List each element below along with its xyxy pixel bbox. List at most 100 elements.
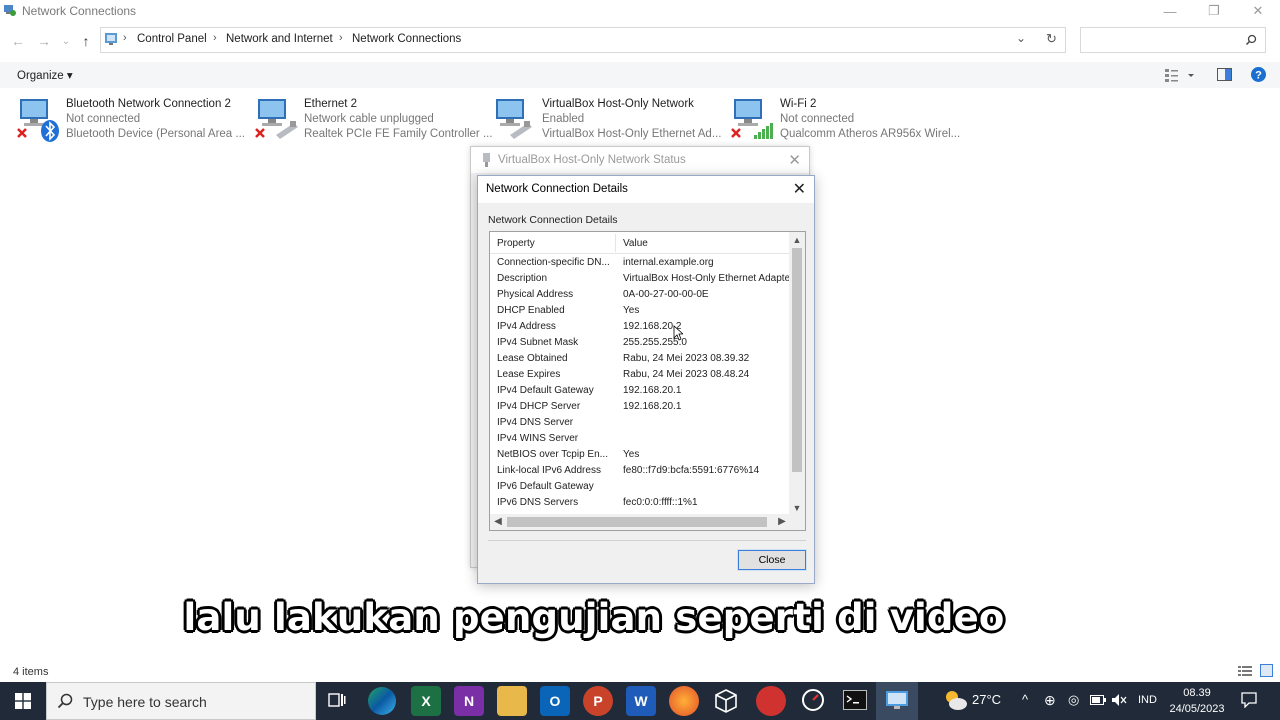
close-dialog-button[interactable]: Close [737,549,807,571]
vertical-scrollbar[interactable]: ▲ ▼ [789,232,805,516]
scroll-left-arrow[interactable]: ◀ [490,514,506,530]
details-list[interactable]: Property Value Connection-specific DN...… [489,231,806,531]
status-bar [0,660,1280,682]
detail-property: IPv4 DHCP Server [497,401,581,412]
connection-item-ethernet[interactable]: Ethernet 2 Network cable unplugged Realt… [254,97,493,147]
detail-row[interactable]: Lease Expires Rabu, 24 Mei 2023 08.48.24 [490,367,790,383]
column-divider[interactable] [615,234,616,252]
clock-time: 08.39 [1183,687,1211,699]
breadcrumb-network-connections[interactable]: Network Connections [352,33,461,45]
detail-row[interactable]: IPv4 DHCP Server 192.168.20.1 [490,399,790,415]
notification-center-icon[interactable] [1241,692,1257,708]
taskbar-search-box[interactable]: Type here to search [46,682,316,720]
column-header-property[interactable]: Property [497,238,535,249]
start-button[interactable] [0,682,46,720]
camera-icon[interactable]: ◎ [1068,692,1079,708]
connection-item-wifi[interactable]: Wi-Fi 2 Not connected Qualcomm Atheros A… [730,97,965,147]
details-view-icon[interactable] [1238,665,1254,676]
back-button[interactable]: ← [8,32,28,50]
horizontal-scroll-thumb[interactable] [507,517,767,527]
detail-value: Yes [623,305,640,316]
breadcrumb-separator: › [123,32,127,44]
outlook-icon[interactable]: O [540,686,570,716]
connection-item-bluetooth[interactable]: Bluetooth Network Connection 2 Not conne… [16,97,246,147]
dialog-close-button[interactable]: ✕ [793,179,806,199]
detail-row[interactable]: Physical Address 0A-00-27-00-00-0E [490,287,790,303]
breadcrumb-network-and-internet[interactable]: Network and Internet [226,33,333,45]
close-button[interactable]: ✕ [1236,0,1280,22]
detail-property: IPv4 DNS Server [497,417,574,428]
detail-property: DHCP Enabled [497,305,565,316]
input-language[interactable]: IND [1138,694,1157,706]
red-app-icon[interactable] [756,686,786,716]
detail-row[interactable]: NetBIOS over Tcpip En... Yes [490,447,790,463]
up-button[interactable]: ↑ [76,32,96,50]
speaker-muted-icon[interactable] [1111,693,1127,707]
large-icons-view-icon[interactable] [1260,664,1273,677]
change-view-icon[interactable] [1165,68,1195,82]
firefox-icon[interactable] [669,686,699,716]
powerpoint-icon[interactable]: P [583,686,613,716]
network-globe-icon[interactable]: ⊕ [1044,692,1056,709]
control-panel-app-icon[interactable] [885,690,909,710]
recent-locations-button[interactable]: ⌄ [56,32,76,50]
detail-row[interactable]: IPv6 DNS Servers fec0:0:0:ffff::1%1 [490,495,790,511]
clock-date: 24/05/2023 [1169,703,1225,715]
dialog-title: Network Connection Details [486,183,628,195]
scroll-up-arrow[interactable]: ▲ [789,232,805,248]
speedometer-app-icon[interactable] [801,688,825,712]
horizontal-scrollbar[interactable]: ◀ ▶ [490,514,805,530]
detail-row[interactable]: IPv4 Default Gateway 192.168.20.1 [490,383,790,399]
taskbar-search-placeholder: Type here to search [83,694,207,710]
word-icon[interactable]: W [626,686,656,716]
onenote-icon[interactable]: N [454,686,484,716]
command-prompt-icon[interactable] [843,690,867,710]
detail-row[interactable]: Lease Obtained Rabu, 24 Mei 2023 08.39.32 [490,351,790,367]
organize-menu[interactable]: Organize ▾ [17,68,73,82]
column-header-value[interactable]: Value [623,238,648,249]
connection-item-virtualbox[interactable]: VirtualBox Host-Only Network Enabled Vir… [492,97,722,147]
detail-row[interactable]: IPv4 Subnet Mask 255.255.255.0 [490,335,790,351]
breadcrumb-separator: › [213,32,217,44]
detail-row[interactable]: Link-local IPv6 Address fe80::f7d9:bcfa:5… [490,463,790,479]
refresh-button[interactable]: ↻ [1046,31,1057,47]
edge-icon[interactable] [368,687,396,715]
detail-row[interactable]: Connection-specific DN... internal.exampl… [490,255,790,271]
detail-row[interactable]: IPv4 DNS Server [490,415,790,431]
detail-row[interactable]: IPv6 Default Gateway [490,479,790,495]
detail-row[interactable]: Description VirtualBox Host-Only Ethernet… [490,271,790,287]
connection-device: VirtualBox Host-Only Ethernet Ad... [542,128,722,140]
weather-icon[interactable] [942,688,968,712]
breadcrumb-control-panel[interactable]: Control Panel [137,33,207,45]
detail-property: IPv4 WINS Server [497,433,579,444]
minimize-button[interactable]: — [1148,0,1192,22]
help-icon[interactable]: ? [1251,67,1266,82]
detail-value: VirtualBox Host-Only Ethernet Adapter [623,273,790,284]
address-dropdown-button[interactable]: ⌄ [1016,31,1026,45]
show-hidden-icons-icon[interactable]: ^ [1022,692,1028,707]
forward-button[interactable]: → [34,32,54,50]
restore-button[interactable]: ❐ [1192,0,1236,22]
search-icon [1245,34,1257,46]
virtualbox-network-icon [496,99,532,139]
vertical-scroll-thumb[interactable] [792,248,802,472]
detail-value: 192.168.20.1 [623,385,682,396]
excel-icon[interactable]: X [411,686,441,716]
video-caption: lalu lakukan pengujian seperti di video [183,596,1005,639]
dialog-close-button[interactable]: ✕ [788,151,801,169]
taskbar-clock[interactable]: 08.39 24/05/2023 [1166,685,1228,717]
cube-app-icon[interactable] [715,689,737,713]
detail-property: IPv6 Default Gateway [497,481,594,492]
detail-value: 0A-00-27-00-00-0E [623,289,709,300]
detail-row[interactable]: DHCP Enabled Yes [490,303,790,319]
scroll-right-arrow[interactable]: ▶ [774,514,790,530]
search-input[interactable] [1080,27,1266,53]
detail-row[interactable]: IPv4 Address 192.168.20.2 [490,319,790,335]
battery-icon[interactable] [1090,695,1106,705]
preview-pane-icon[interactable] [1217,68,1232,81]
file-explorer-icon[interactable] [497,686,527,716]
task-view-icon[interactable] [328,692,346,708]
weather-temperature[interactable]: 27°C [972,692,1001,707]
detail-row[interactable]: IPv4 WINS Server [490,431,790,447]
list-header: Property Value [490,232,790,254]
